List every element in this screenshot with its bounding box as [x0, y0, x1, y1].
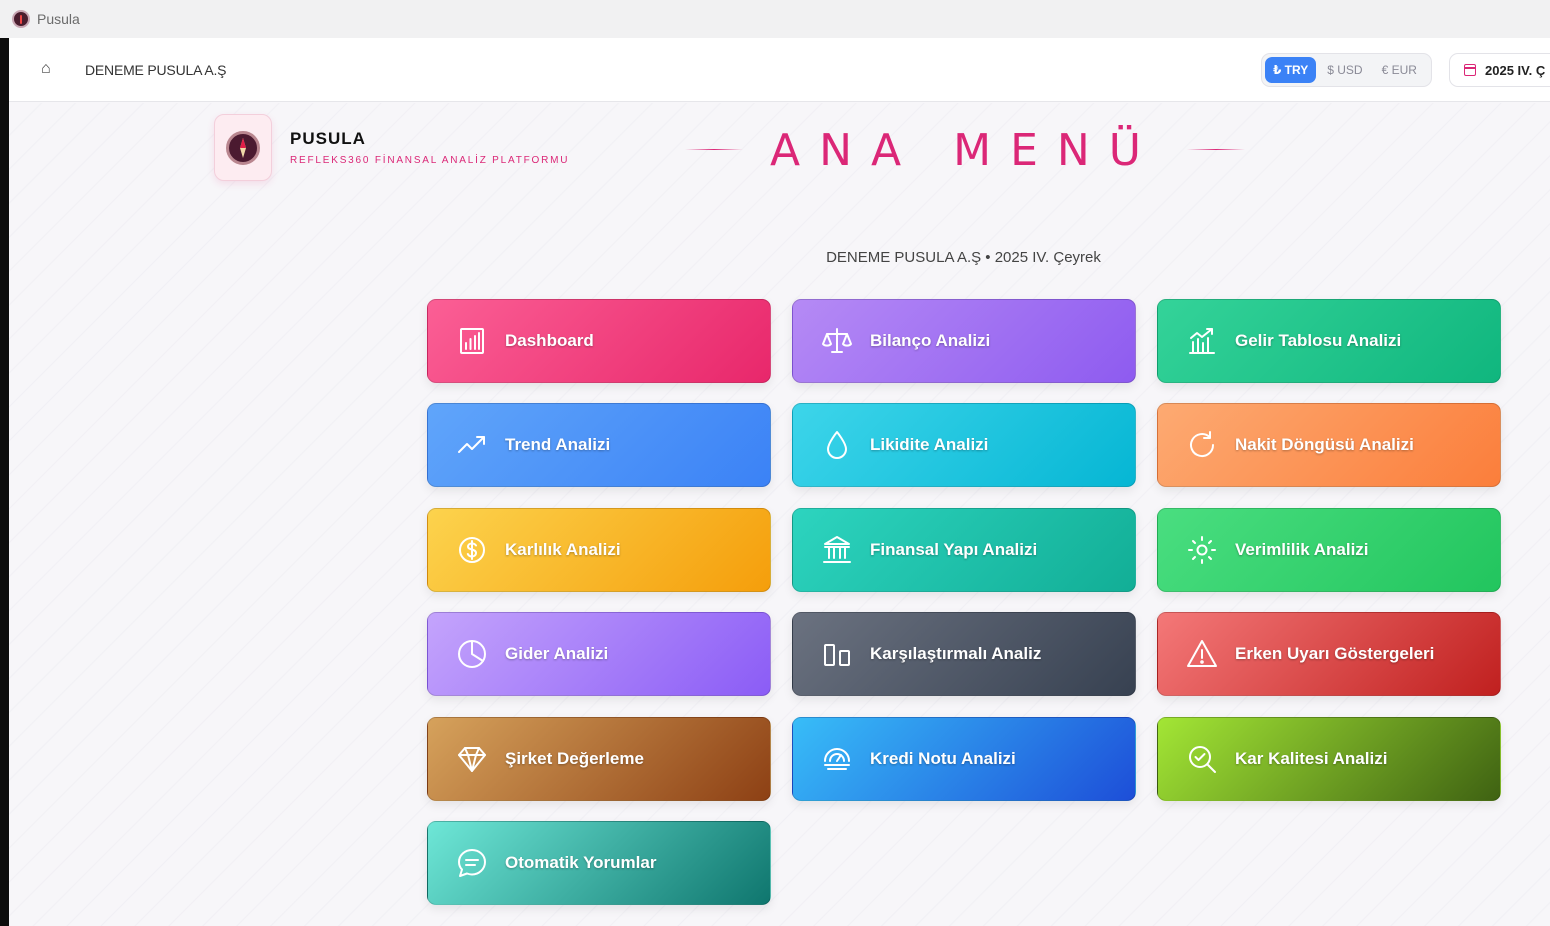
menu-card-karlilik-analizi[interactable]: Karlılık Analizi — [427, 508, 771, 592]
brand-subtitle: REFLEKS360 FİNANSAL ANALİZ PLATFORMU — [290, 155, 570, 166]
menu-card-trend-analizi[interactable]: Trend Analizi — [427, 403, 771, 487]
refresh-icon — [1186, 429, 1218, 461]
menu-card-karsilastirmali-analiz[interactable]: Karşılaştırmalı Analiz — [792, 612, 1136, 696]
currency-switch: ₺ TRY $ USD € EUR — [1261, 53, 1432, 87]
menu-card-erken-uyari-gostergeleri[interactable]: Erken Uyarı Göstergeleri — [1157, 612, 1501, 696]
menu-card-label: Nakit Döngüsü Analizi — [1235, 435, 1414, 454]
menu-card-sirket-degerleme[interactable]: Şirket Değerleme — [427, 717, 771, 801]
menu-card-gider-analizi[interactable]: Gider Analizi — [427, 612, 771, 696]
menu-card-gelir-tablosu-analizi[interactable]: Gelir Tablosu Analizi — [1157, 299, 1501, 383]
period-selector[interactable]: 2025 IV. Ç — [1449, 53, 1550, 87]
search-check-icon — [1186, 743, 1218, 775]
period-label: 2025 IV. Ç — [1485, 62, 1546, 78]
diamond-icon — [456, 743, 488, 775]
menu-card-kar-kalitesi-analizi[interactable]: Kar Kalitesi Analizi — [1157, 717, 1501, 801]
trend-up-icon — [456, 429, 488, 461]
chart-growth-icon — [1186, 325, 1218, 357]
window-title: Pusula — [37, 11, 80, 27]
chat-icon — [456, 847, 488, 879]
menu-card-label: Finansal Yapı Analizi — [870, 540, 1038, 559]
menu-card-label: Gelir Tablosu Analizi — [1235, 331, 1402, 350]
main-content: PUSULA REFLEKS360 FİNANSAL ANALİZ PLATFO… — [9, 103, 1550, 926]
bank-icon — [821, 534, 853, 566]
menu-card-label: Trend Analizi — [505, 435, 611, 454]
compass-app-icon — [12, 10, 30, 28]
heading-divider-right — [1187, 149, 1245, 150]
bar-chart-icon — [456, 325, 488, 357]
menu-card-label: Gider Analizi — [505, 644, 609, 663]
scale-icon — [821, 325, 853, 357]
heading-divider-left — [685, 149, 743, 150]
currency-eur-button[interactable]: € EUR — [1374, 57, 1425, 83]
currency-usd-button[interactable]: $ USD — [1319, 57, 1370, 83]
brand-logo — [214, 114, 272, 181]
left-edge-strip — [0, 38, 9, 926]
top-bar: ⌂ DENEME PUSULA A.Ş ₺ TRY $ USD € EUR 20… — [9, 38, 1550, 102]
brand-name: PUSULA — [290, 129, 366, 148]
page-subtitle: DENEME PUSULA A.Ş • 2025 IV. Çeyrek — [826, 249, 1101, 266]
menu-card-finansal-yapi-analizi[interactable]: Finansal Yapı Analizi — [792, 508, 1136, 592]
calendar-icon — [1464, 64, 1476, 76]
brand: PUSULA REFLEKS360 FİNANSAL ANALİZ PLATFO… — [214, 114, 569, 181]
menu-card-label: Karlılık Analizi — [505, 540, 621, 559]
menu-card-label: Şirket Değerleme — [505, 749, 644, 768]
compass-icon — [226, 130, 260, 165]
menu-card-verimlilik-analizi[interactable]: Verimlilik Analizi — [1157, 508, 1501, 592]
company-breadcrumb[interactable]: DENEME PUSULA A.Ş — [85, 62, 227, 78]
menu-card-label: Karşılaştırmalı Analiz — [870, 644, 1042, 663]
dollar-icon — [456, 534, 488, 566]
menu-card-label: Kredi Notu Analizi — [870, 749, 1016, 768]
compare-icon — [821, 638, 853, 670]
menu-card-label: Bilanço Analizi — [870, 331, 991, 350]
menu-card-label: Dashboard — [505, 331, 594, 350]
menu-card-label: Likidite Analizi — [870, 435, 989, 454]
menu-card-kredi-notu-analizi[interactable]: Kredi Notu Analizi — [792, 717, 1136, 801]
page-heading: ANA MENÜ — [685, 123, 1245, 177]
currency-try-button[interactable]: ₺ TRY — [1265, 57, 1317, 83]
menu-card-otomatik-yorumlar[interactable]: Otomatik Yorumlar — [427, 821, 771, 905]
warning-icon — [1186, 638, 1218, 670]
menu-card-dashboard[interactable]: Dashboard — [427, 299, 771, 383]
menu-card-label: Erken Uyarı Göstergeleri — [1235, 644, 1435, 663]
window-title-bar: Pusula — [0, 0, 1550, 38]
menu-card-nakit-dongusu-analizi[interactable]: Nakit Döngüsü Analizi — [1157, 403, 1501, 487]
sun-icon — [1186, 534, 1218, 566]
gauge-icon — [821, 743, 853, 775]
home-icon[interactable]: ⌂ — [41, 60, 51, 78]
pie-chart-icon — [456, 638, 488, 670]
menu-card-bilanco-analizi[interactable]: Bilanço Analizi — [792, 299, 1136, 383]
menu-card-label: Kar Kalitesi Analizi — [1235, 749, 1388, 768]
menu-card-label: Otomatik Yorumlar — [505, 853, 657, 872]
page-title: ANA MENÜ — [770, 124, 1160, 176]
menu-card-label: Verimlilik Analizi — [1235, 540, 1369, 559]
menu-card-likidite-analizi[interactable]: Likidite Analizi — [792, 403, 1136, 487]
droplet-icon — [821, 429, 853, 461]
